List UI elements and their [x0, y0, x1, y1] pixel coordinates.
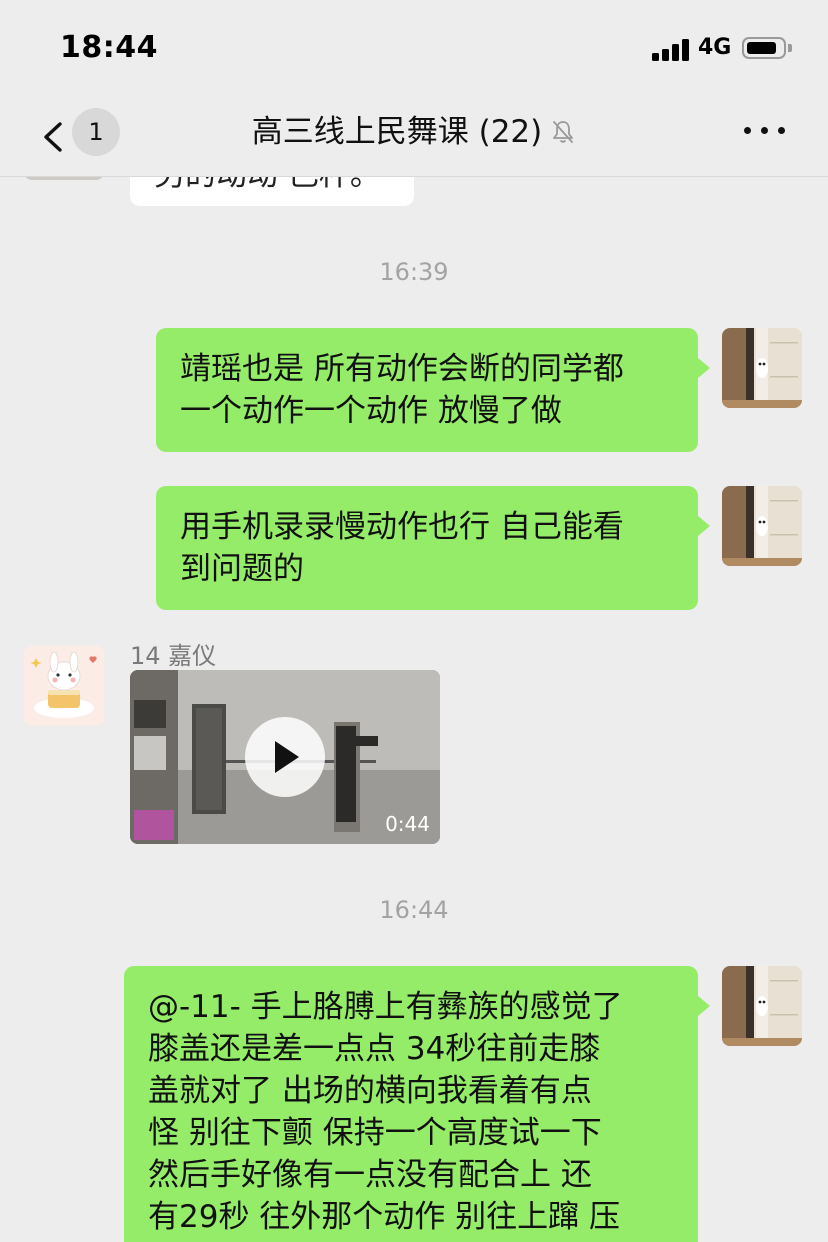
avatar-sender[interactable]: [24, 646, 104, 726]
avatar-self[interactable]: [722, 328, 802, 408]
status-bar: 18:44 4G: [0, 0, 828, 96]
message-text-line: 有29秒 往外那个动作 别往上蹿 压: [148, 1199, 621, 1235]
message-text-line: 膝盖还是差一点点 34秒往前走膝: [148, 1031, 601, 1067]
battery-nub: [788, 44, 792, 52]
chevron-left-icon: [44, 122, 62, 152]
message-text-line: 靖瑶也是 所有动作会断的同学都: [180, 351, 624, 387]
timestamp-1: 16:39: [379, 258, 449, 286]
timestamp-2: 16:44: [379, 896, 449, 924]
chat-title[interactable]: 高三线上民舞课 (22): [252, 96, 577, 168]
message-text-line: 用手机录录慢动作也行 自己能看: [180, 509, 624, 545]
message-text-line: 盖就对了 出场的横向我看着有点: [148, 1073, 592, 1109]
network-label: 4G: [698, 35, 732, 60]
battery-icon: [742, 37, 786, 59]
bubble-tail: [698, 516, 710, 536]
avatar-self-image: [722, 328, 802, 408]
avatar-self-image: [722, 486, 802, 566]
status-time: 18:44: [60, 30, 158, 65]
sender-name: 14 嘉仪: [130, 642, 217, 670]
avatar-self[interactable]: [722, 966, 802, 1046]
bubble-tail: [698, 996, 710, 1016]
message-text-line: 一个动作一个动作 放慢了做: [180, 393, 562, 429]
ellipsis-icon-dot: [761, 127, 768, 134]
message-text-line: 然后手好像有一点没有配合上 还: [148, 1157, 592, 1193]
signal-icon: [652, 39, 692, 61]
more-options-button[interactable]: [742, 118, 790, 142]
video-duration: 0:44: [385, 812, 430, 836]
bunny-avatar-image: [24, 646, 104, 726]
play-button[interactable]: [245, 717, 325, 797]
message-text-line: 到问题的: [180, 551, 304, 587]
bell-slash-icon: [553, 120, 574, 143]
chat-title-text: 高三线上民舞课 (22): [251, 114, 543, 150]
message-bubble-self-1[interactable]: 靖瑶也是 所有动作会断的同学都 一个动作一个动作 放慢了做: [156, 328, 698, 452]
message-text-line: @-11- 手上胳膊上有彝族的感觉了: [148, 989, 623, 1025]
battery-fill: [747, 42, 776, 54]
bubble-tail: [698, 358, 710, 378]
nav-bar: 高三线上民舞课 (22) 1: [0, 96, 828, 177]
unread-count-badge: 1: [72, 108, 120, 156]
play-icon: [275, 741, 299, 773]
message-text-line: 怪 别往下颤 保持一个高度试一下: [148, 1115, 602, 1151]
message-bubble-self-2[interactable]: 用手机录录慢动作也行 自己能看 到问题的: [156, 486, 698, 610]
avatar-self-image: [722, 966, 802, 1046]
message-bubble-self-3[interactable]: @-11- 手上胳膊上有彝族的感觉了 膝盖还是差一点点 34秒往前走膝 盖就对了…: [124, 966, 698, 1242]
ellipsis-icon-dot: [778, 127, 785, 134]
ellipsis-icon-dot: [744, 127, 751, 134]
avatar-self[interactable]: [722, 486, 802, 566]
chat-area[interactable]: 另的动动 己杯。 16:39 靖瑶也是 所有动作会断的同学都 一个动作一个动作 …: [0, 0, 828, 1242]
video-message[interactable]: 0:44: [130, 670, 440, 844]
chat-screen: 另的动动 己杯。 16:39 靖瑶也是 所有动作会断的同学都 一个动作一个动作 …: [0, 0, 828, 1242]
back-button[interactable]: 1: [30, 108, 130, 164]
